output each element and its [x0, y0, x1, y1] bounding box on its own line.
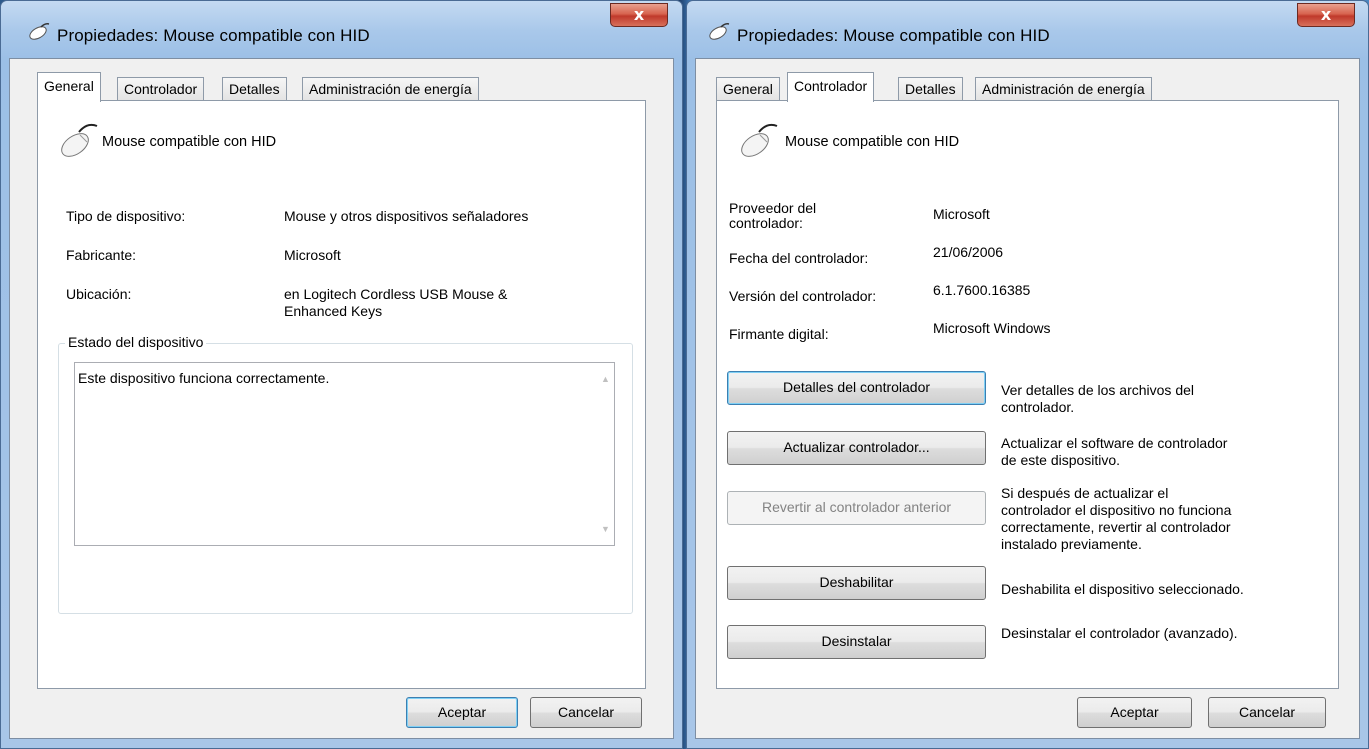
close-button[interactable]: x	[1297, 3, 1355, 27]
close-button[interactable]: x	[610, 3, 668, 27]
close-icon: x	[633, 5, 645, 24]
driver-provider-label: Proveedor del controlador:	[729, 200, 817, 231]
dialog-client-area: General Controlador Detalles Administrac…	[9, 58, 674, 739]
driver-details-description: Ver detalles de los archivos del control…	[1001, 382, 1194, 415]
tab-controlador[interactable]: Controlador	[787, 72, 875, 102]
properties-window-controlador: Propiedades: Mouse compatible con HID x …	[686, 0, 1369, 749]
ok-button[interactable]: Aceptar	[1077, 697, 1192, 728]
device-name: Mouse compatible con HID	[102, 134, 277, 150]
dialog-client-area: General Controlador Detalles Administrac…	[695, 58, 1360, 739]
driver-version-label: Versión del controlador:	[729, 288, 877, 304]
window-title: Propiedades: Mouse compatible con HID	[57, 26, 370, 45]
update-driver-description: Actualizar el software de controlador de…	[1001, 435, 1228, 468]
update-driver-button[interactable]: Actualizar controlador...	[727, 431, 986, 465]
tab-detalles[interactable]: Detalles	[222, 77, 287, 101]
uninstall-button[interactable]: Desinstalar	[727, 625, 986, 659]
status-scrollbar[interactable]: ▲ ▼	[597, 363, 614, 545]
tab-controlador[interactable]: Controlador	[117, 77, 205, 101]
title-bar[interactable]: Propiedades: Mouse compatible con HID x	[687, 1, 1368, 45]
digital-signer-value: Microsoft Windows	[933, 320, 1051, 336]
tab-administracion-energia[interactable]: Administración de energía	[302, 77, 479, 101]
uninstall-description: Desinstalar el controlador (avanzado).	[1001, 625, 1238, 641]
mouse-icon	[61, 123, 98, 157]
manufacturer-label: Fabricante:	[66, 247, 137, 263]
scroll-up-icon[interactable]: ▲	[601, 374, 610, 384]
mouse-icon	[741, 123, 778, 157]
tab-detalles[interactable]: Detalles	[898, 77, 963, 101]
rollback-driver-button[interactable]: Revertir al controlador anterior	[727, 491, 986, 525]
location-label: Ubicación:	[66, 286, 132, 302]
digital-signer-label: Firmante digital:	[729, 326, 829, 342]
rollback-driver-description: Si después de actualizar el controlador …	[1001, 485, 1232, 552]
title-bar[interactable]: Propiedades: Mouse compatible con HID x	[1, 1, 682, 45]
disable-device-button[interactable]: Deshabilitar	[727, 566, 986, 600]
device-name: Mouse compatible con HID	[785, 134, 960, 150]
close-icon: x	[1320, 5, 1332, 24]
manufacturer-value: Microsoft	[284, 247, 341, 263]
driver-version-value: 6.1.7600.16385	[933, 282, 1031, 298]
properties-window-general: Propiedades: Mouse compatible con HID x …	[0, 0, 683, 749]
driver-date-value: 21/06/2006	[933, 244, 1004, 260]
driver-provider-value: Microsoft	[933, 206, 990, 222]
device-type-value: Mouse y otros dispositivos señaladores	[284, 208, 529, 224]
driver-details-button[interactable]: Detalles del controlador	[727, 371, 986, 405]
device-status-text: Este dispositivo funciona correctamente.	[78, 370, 330, 386]
tab-administracion-energia[interactable]: Administración de energía	[975, 77, 1152, 101]
driver-date-label: Fecha del controlador:	[729, 250, 869, 266]
disable-device-description: Deshabilita el dispositivo seleccionado.	[1001, 581, 1244, 597]
tab-general[interactable]: General	[716, 77, 780, 101]
cancel-button[interactable]: Cancelar	[530, 697, 642, 728]
mouse-icon	[709, 23, 730, 40]
device-type-label: Tipo de dispositivo:	[66, 208, 186, 224]
device-status-title: Estado del dispositivo	[65, 334, 207, 350]
tab-panel-controlador: Mouse compatible con HID Proveedor del c…	[716, 100, 1339, 689]
tab-panel-general: Mouse compatible con HID Tipo de disposi…	[37, 100, 646, 689]
window-title: Propiedades: Mouse compatible con HID	[737, 26, 1050, 45]
scroll-down-icon[interactable]: ▼	[601, 524, 610, 534]
cancel-button[interactable]: Cancelar	[1208, 697, 1326, 728]
tab-general[interactable]: General	[37, 72, 101, 102]
location-value: en Logitech Cordless USB Mouse & Enhance…	[284, 286, 508, 319]
mouse-icon	[29, 23, 50, 40]
ok-button[interactable]: Aceptar	[406, 697, 518, 728]
device-status-textbox[interactable]: Este dispositivo funciona correctamente.…	[74, 362, 615, 546]
